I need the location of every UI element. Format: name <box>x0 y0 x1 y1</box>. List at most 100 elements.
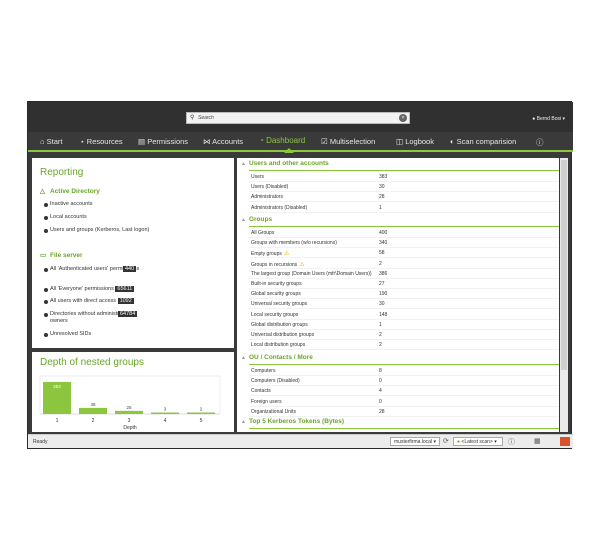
table-row[interactable]: Computers (Disabled) 0 <box>249 376 559 387</box>
row-value: 2 <box>379 260 382 267</box>
row-label: Users (Disabled) <box>251 184 289 191</box>
warning-icon: ⚠ <box>283 251 290 258</box>
kerberos-section-header[interactable]: ▲ Top 5 Kerberos Tokens (Bytes) <box>241 418 344 425</box>
table-row[interactable]: Global distribution groups 1 <box>249 320 559 330</box>
report-label: All 'Everyone' permissions <box>50 286 114 292</box>
row-label: Computers (Disabled) <box>251 378 300 385</box>
groups-section-header[interactable]: ▲ Groups <box>241 216 272 223</box>
report-local-accounts[interactable]: Local accounts <box>44 214 87 221</box>
depth-title: Depth of nested groups <box>40 357 144 368</box>
table-row[interactable]: Built-in security groups 27 <box>249 279 559 289</box>
row-value: 340 <box>379 240 388 247</box>
table-row[interactable]: Contacts 4 <box>249 386 559 397</box>
table-row[interactable]: Local distribution groups 2 <box>249 340 559 351</box>
close-icon[interactable] <box>560 437 570 446</box>
bar-value-label: 48 <box>90 402 96 407</box>
search-input[interactable]: Search <box>198 115 214 121</box>
ou-section-title: OU / Contacts / More <box>248 354 313 361</box>
vertical-scrollbar[interactable] <box>560 158 568 432</box>
info-icon[interactable]: ⓘ <box>508 437 515 447</box>
scan-select[interactable]: ● <Latest scan> ▾ <box>453 437 503 446</box>
depth-chart: 25314822533425Depth <box>39 375 221 431</box>
bar-value-label: 253 <box>53 384 61 389</box>
bar-depth-2[interactable] <box>79 407 107 414</box>
report-direct-access[interactable]: All users with direct access 1092 <box>44 298 134 305</box>
ou-section-header[interactable]: ▲ OU / Contacts / More <box>241 354 313 361</box>
permissions-icon: ▤ <box>138 137 146 146</box>
table-row[interactable]: The largest group (Domain Users (mfr\Dom… <box>249 269 559 279</box>
user-menu[interactable]: ● Bernd Bosi ▾ <box>532 116 565 122</box>
row-value: 4 <box>379 388 382 395</box>
scrollbar-thumb[interactable] <box>561 160 567 370</box>
tab-multiselection[interactable]: ☑ Multiselection <box>321 137 375 146</box>
bar-depth-3[interactable] <box>115 410 143 414</box>
tab-permissions[interactable]: ▤ Permissions <box>138 137 188 146</box>
active-directory-title: Active Directory <box>50 188 100 195</box>
row-value: 1 <box>379 204 382 211</box>
report-everyone[interactable]: All 'Everyone' permissions 65611 <box>43 286 135 293</box>
x-tick-label: 1 <box>56 418 59 424</box>
row-label: Groups with members (w/o recursions) <box>251 240 337 247</box>
file-server-section: ▭ File server <box>40 251 83 259</box>
row-value: 2 <box>379 342 382 349</box>
table-row[interactable]: Administrators 28 <box>249 192 559 203</box>
row-value: 58 <box>379 250 385 257</box>
report-users-groups[interactable]: Users and groups (Kerberos, Last logon) <box>44 227 150 234</box>
row-value: 1 <box>379 321 382 328</box>
tab-dashboard[interactable]: ◔ Dashboard <box>259 136 305 145</box>
table-row[interactable]: Universal distribution groups 2 <box>249 330 559 340</box>
reporting-panel: Reporting △ Active Directory Inactive acc… <box>32 158 234 348</box>
scan-status-icon: ● <box>457 439 461 445</box>
row-value: 28 <box>379 408 385 415</box>
tab-accounts[interactable]: ⋈ Accounts <box>203 137 243 146</box>
reporting-title: Reporting <box>40 167 84 178</box>
row-label: The largest group (Domain Users (mfr\Dom… <box>251 270 372 277</box>
table-row[interactable]: Global security groups 190 <box>249 289 559 300</box>
main-navigation: ⌂ Start ⋆ Resources ▤ Permissions ⋈ Acco… <box>28 132 573 153</box>
refresh-icon[interactable]: ⟳ <box>443 437 449 445</box>
depth-panel: Depth of nested groups 253 1 48 2 25 3 3 4 2 5 Dep… <box>32 352 234 432</box>
tab-logbook-label: Logbook <box>405 137 434 146</box>
table-row[interactable]: Universal security groups 30 <box>249 299 559 310</box>
section-divider <box>249 364 559 365</box>
table-row[interactable]: Administrators (Disabled) 1 <box>249 203 559 213</box>
x-tick-label: 5 <box>200 418 203 424</box>
row-value: 190 <box>379 291 388 298</box>
tab-scan-comparision[interactable]: ◐ Scan comparision <box>450 137 516 146</box>
report-inactive-accounts[interactable]: Inactive accounts <box>44 201 93 208</box>
network-icon[interactable]: ▦ <box>534 437 541 445</box>
active-directory-section: △ Active Directory <box>40 187 100 195</box>
row-label: Empty groups ⚠ <box>251 251 290 258</box>
tab-scan-comparision-label: Scan comparision <box>456 137 517 146</box>
table-row[interactable]: Users 383 <box>249 172 559 182</box>
clear-search-icon[interactable]: × <box>399 114 407 122</box>
tab-start[interactable]: ⌂ Start <box>40 137 62 146</box>
tab-multiselection-label: Multiselection <box>329 137 376 146</box>
collapse-icon: ▲ <box>241 355 246 361</box>
table-row[interactable]: Empty groups ⚠ 58 <box>249 248 559 259</box>
table-row[interactable]: Organizational Units 28 <box>249 407 559 417</box>
table-row[interactable]: Groups with members (w/o recursions) 340 <box>249 238 559 249</box>
table-row[interactable]: Users (Disabled) 30 <box>249 182 559 193</box>
row-value: 27 <box>379 281 385 287</box>
report-unresolved-sids[interactable]: Unresolved SIDs <box>43 331 91 338</box>
tab-resources[interactable]: ⋆ Resources <box>80 137 123 146</box>
table-row[interactable]: Groups in recursions ⚠ 2 <box>249 259 559 269</box>
users-section-header[interactable]: ▲ Users and other accounts <box>241 160 329 167</box>
warning-icon: ⚠ <box>299 261 305 268</box>
statistics-panel: ▲ Users and other accounts Users 383 Users … <box>237 158 559 432</box>
search-box[interactable]: ⚲ Search × <box>186 112 410 124</box>
domain-select[interactable]: musterfirma.local ▾ <box>390 437 440 446</box>
row-label: Contacts <box>251 388 271 395</box>
tab-logbook[interactable]: ◫ Logbook <box>396 137 434 146</box>
bar-depth-4[interactable] <box>151 412 179 415</box>
bar-depth-5[interactable] <box>187 412 215 415</box>
groups-section-title: Groups <box>248 216 273 223</box>
table-row[interactable]: Foreign users 0 <box>249 397 559 407</box>
row-label: Universal security groups <box>251 301 308 308</box>
table-row[interactable]: Computers 8 <box>249 366 559 376</box>
table-row[interactable]: Local security groups 148 <box>249 310 559 320</box>
info-icon[interactable]: ⓘ <box>536 137 544 148</box>
table-row[interactable]: All Groups 400 <box>249 228 559 238</box>
row-label: Users <box>251 174 265 180</box>
